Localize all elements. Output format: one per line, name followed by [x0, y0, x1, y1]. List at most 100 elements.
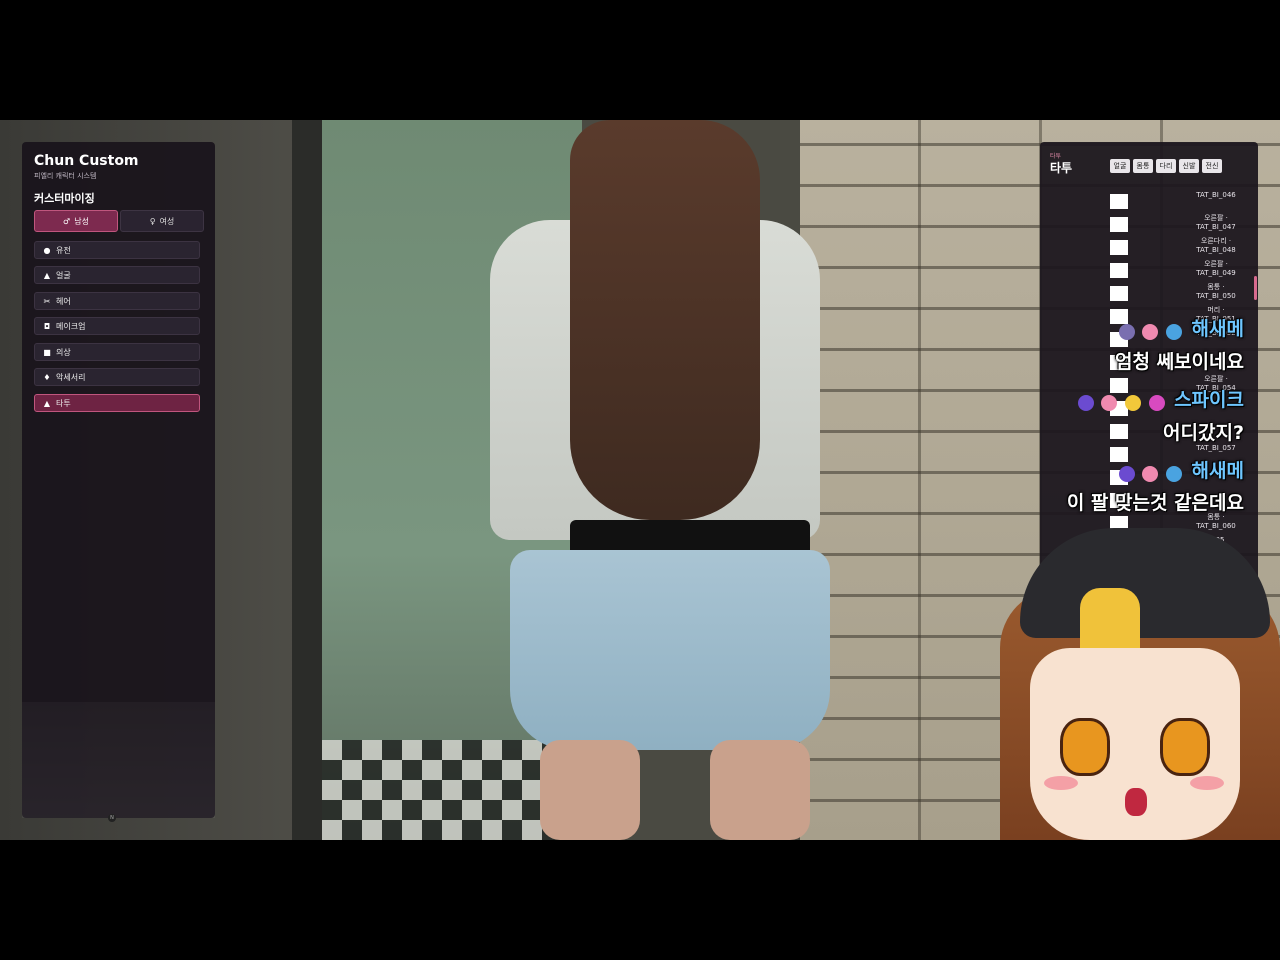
menu-item-label: 악세서리 [56, 372, 86, 382]
menu-item-clothes[interactable]: ■ 의상 [34, 343, 200, 361]
gender-male-button[interactable]: ♂ 남성 [34, 210, 118, 232]
avatar-eye-right [1160, 718, 1210, 776]
tattoo-item-code: TAT_BI_046 [1196, 191, 1236, 199]
panel-footer: N [22, 702, 215, 822]
chat-message: 어디갔지? [1163, 422, 1244, 444]
tab-shoes[interactable]: 신발 [1179, 159, 1199, 173]
avatar-blush-left [1044, 776, 1078, 790]
chat-message: 이 팔 맞는것 같은데요 [1066, 492, 1244, 514]
panel-title: Chun Custom [34, 153, 139, 169]
gender-female-label: 여성 [159, 216, 175, 226]
avatar-hat [1020, 528, 1270, 638]
scene-door-frame [292, 120, 322, 840]
heart-icon [1142, 323, 1159, 340]
letterbox-bottom [0, 840, 1280, 960]
badge-icon [1118, 323, 1135, 340]
tattoo-swatch [1110, 424, 1128, 439]
character-leg-left [540, 740, 640, 840]
character-leg-right [710, 740, 810, 840]
tattoo-item-zone: 오른팔 · [1204, 260, 1228, 268]
avatar-mouth [1125, 788, 1147, 816]
tattoo-item-label: 오른팔 · TAT_BI_049 [1182, 260, 1250, 278]
chat-line: 해새메 [1117, 314, 1244, 341]
menu-item-genetics[interactable]: ● 유전 [34, 241, 200, 259]
menu-item-label: 얼굴 [56, 270, 71, 280]
badge-icon [1165, 323, 1182, 340]
streamer-avatar [980, 528, 1280, 840]
gender-male-label: 남성 [74, 216, 89, 226]
tattoo-icon: ▲ [43, 398, 51, 408]
menu-item-hair[interactable]: ✂ 헤어 [34, 292, 200, 310]
tattoo-swatch [1110, 194, 1128, 209]
tab-face[interactable]: 얼굴 [1110, 159, 1130, 173]
chat-message: 엄청 쎄보이네요 [1115, 351, 1244, 373]
tattoo-swatch [1110, 263, 1128, 278]
chat-line: 스파이크 [1076, 385, 1244, 412]
gender-female-button[interactable]: ♀ 여성 [120, 210, 204, 232]
shirt-icon: ■ [43, 347, 51, 357]
face-icon: ▲ [43, 270, 51, 280]
person-icon: ● [43, 245, 51, 255]
avatar-blush-right [1190, 776, 1224, 790]
tattoo-swatch [1110, 240, 1128, 255]
menu-item-label: 타투 [56, 398, 71, 408]
tattoo-item-code: TAT_BI_048 [1196, 246, 1236, 254]
customization-panel: Chun Custom 피엘리 캐릭터 시스템 커스터마이징 ♂ 남성 ♀ 여성… [22, 142, 215, 822]
panel-subtitle: 피엘리 캐릭터 시스템 [34, 172, 97, 180]
hair-icon: ✂ [43, 296, 51, 306]
tattoo-item-label: TAT_BI_046 [1182, 191, 1250, 200]
tattoo-item-label: TAT_BI_057 [1182, 444, 1250, 453]
menu-item-accessory[interactable]: ♦ 악세서리 [34, 368, 200, 386]
menu-item-tattoo[interactable]: ▲ 타투 [34, 394, 200, 412]
tab-torso[interactable]: 몸통 [1133, 159, 1153, 173]
tab-legs[interactable]: 다리 [1156, 159, 1176, 173]
badge-icon [1118, 465, 1135, 482]
menu-item-makeup[interactable]: ◘ 메이크업 [34, 317, 200, 335]
menu-item-face[interactable]: ▲ 얼굴 [34, 266, 200, 284]
tattoo-list-item[interactable]: TAT_BI_046 [1110, 190, 1250, 213]
female-icon: ♀ [149, 216, 156, 226]
chat-username: 해새메 [1191, 318, 1244, 340]
heart-icon [1142, 465, 1159, 482]
tab-fullbody[interactable]: 전신 [1202, 159, 1222, 173]
tattoo-item-zone: 오른팔 · [1204, 214, 1228, 222]
tattoo-list-item[interactable]: 오른팔 · TAT_BI_049 [1110, 259, 1250, 282]
tattoo-item-code: TAT_BI_049 [1196, 269, 1236, 277]
badge-icon [1165, 465, 1182, 482]
tattoo-list-item[interactable]: 오른다리 · TAT_BI_048 [1110, 236, 1250, 259]
tattoo-list-item[interactable]: 오른팔 · TAT_BI_047 [1110, 213, 1250, 236]
badge-icon [1124, 394, 1141, 411]
tattoo-zone-tabs: 얼굴 몸통 다리 신발 전신 [1110, 159, 1222, 173]
tattoo-item-zone: 오른다리 · [1200, 237, 1232, 245]
tattoo-list-item[interactable]: 몸통 · TAT_BI_050 [1110, 282, 1250, 305]
makeup-icon: ◘ [43, 321, 51, 331]
player-character [470, 120, 850, 840]
section-title: 커스터마이징 [34, 192, 95, 205]
tattoo-item-label: 몸통 · TAT_BI_050 [1182, 283, 1250, 301]
footer-marker: N [108, 814, 116, 822]
avatar-face [1030, 648, 1240, 840]
tattoo-swatch [1110, 217, 1128, 232]
menu-item-label: 헤어 [56, 296, 71, 306]
tattoo-item-code: TAT_BI_047 [1196, 223, 1236, 231]
chat-username: 해새메 [1191, 460, 1244, 482]
male-icon: ♂ [63, 216, 71, 226]
menu-item-label: 메이크업 [56, 321, 86, 331]
letterbox-top [0, 0, 1280, 120]
badge-icon [1148, 394, 1165, 411]
tattoo-item-zone: 몸통 · [1207, 283, 1225, 291]
character-hair [570, 120, 760, 520]
chat-line: 해새메 [1117, 456, 1244, 483]
heart-icon [1101, 394, 1118, 411]
tattoo-item-label: 오른다리 · TAT_BI_048 [1182, 237, 1250, 255]
tattoo-item-label: 오른팔 · TAT_BI_047 [1182, 214, 1250, 232]
chat-badges [1117, 463, 1182, 482]
accessory-icon: ♦ [43, 372, 51, 382]
chat-username: 스파이크 [1174, 389, 1244, 411]
tattoo-item-zone: 오른팔 · [1204, 375, 1228, 383]
tattoo-item-code: TAT_BI_050 [1196, 292, 1236, 300]
menu-item-label: 유전 [56, 245, 71, 255]
tattoo-item-code: TAT_BI_057 [1196, 444, 1236, 452]
tattoo-list-scrollbar[interactable] [1254, 276, 1257, 300]
character-shorts [510, 550, 830, 750]
